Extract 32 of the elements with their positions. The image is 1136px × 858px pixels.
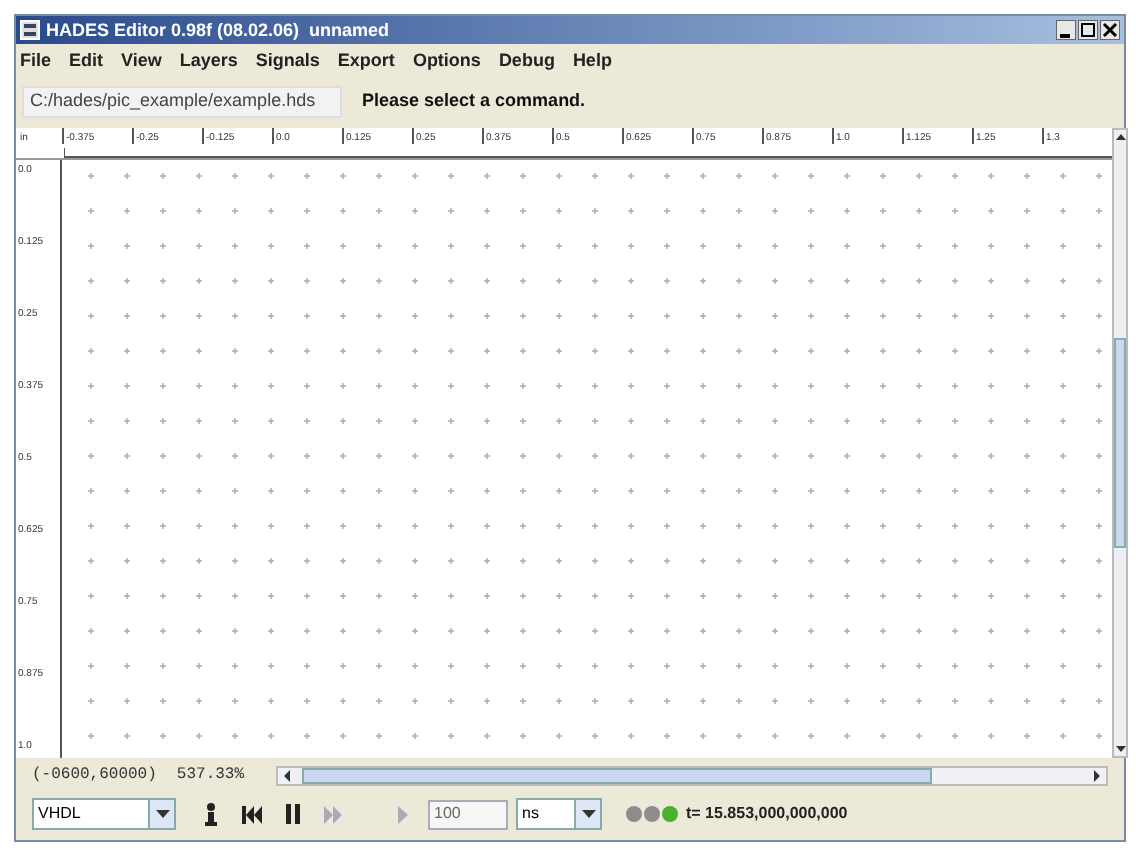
rewind-icon[interactable] <box>242 805 262 823</box>
simulation-time: t= 15.853,000,000,000 <box>686 802 848 826</box>
status-message: Please select a command. <box>362 88 586 115</box>
pause-icon[interactable] <box>286 804 300 824</box>
language-dropdown[interactable]: VHDL <box>32 798 176 830</box>
menu-item[interactable]: Layers <box>179 52 238 70</box>
unit-dropdown[interactable]: ns <box>516 798 602 830</box>
app-icon <box>20 20 40 40</box>
vertical-scrollbar[interactable] <box>1112 128 1128 758</box>
menu-item[interactable]: File <box>20 52 52 70</box>
scroll-thumb[interactable] <box>1114 338 1126 548</box>
menu-item[interactable]: Debug <box>498 52 555 70</box>
zoom-level: 537.33% <box>176 764 245 788</box>
horizontal-scrollbar[interactable] <box>276 766 1108 786</box>
scroll-thumb[interactable] <box>302 768 933 784</box>
step-field[interactable]: 100 <box>428 799 508 829</box>
coordinates: (-0600,60000) <box>32 764 157 788</box>
maximize-icon[interactable] <box>1078 20 1098 40</box>
caret-icon <box>155 810 169 818</box>
menu-item[interactable]: View <box>121 52 162 70</box>
window-title: HADES Editor 0.98f (08.02.06) unnamed <box>46 21 390 39</box>
path-field[interactable]: C:/hades/pic_example/example.hds <box>22 86 342 118</box>
menu-item[interactable]: Edit <box>69 52 104 70</box>
menu-item[interactable]: Export <box>337 52 395 70</box>
caret-icon <box>581 810 595 818</box>
minimize-icon[interactable] <box>1056 20 1076 40</box>
close-icon[interactable] <box>1100 20 1120 40</box>
scroll-right-icon[interactable] <box>1088 768 1106 784</box>
menu-item[interactable]: Help <box>572 52 612 70</box>
menu-item[interactable]: Options <box>412 52 481 70</box>
menu-item[interactable]: Signals <box>255 52 320 70</box>
figure-icon[interactable] <box>204 802 218 826</box>
